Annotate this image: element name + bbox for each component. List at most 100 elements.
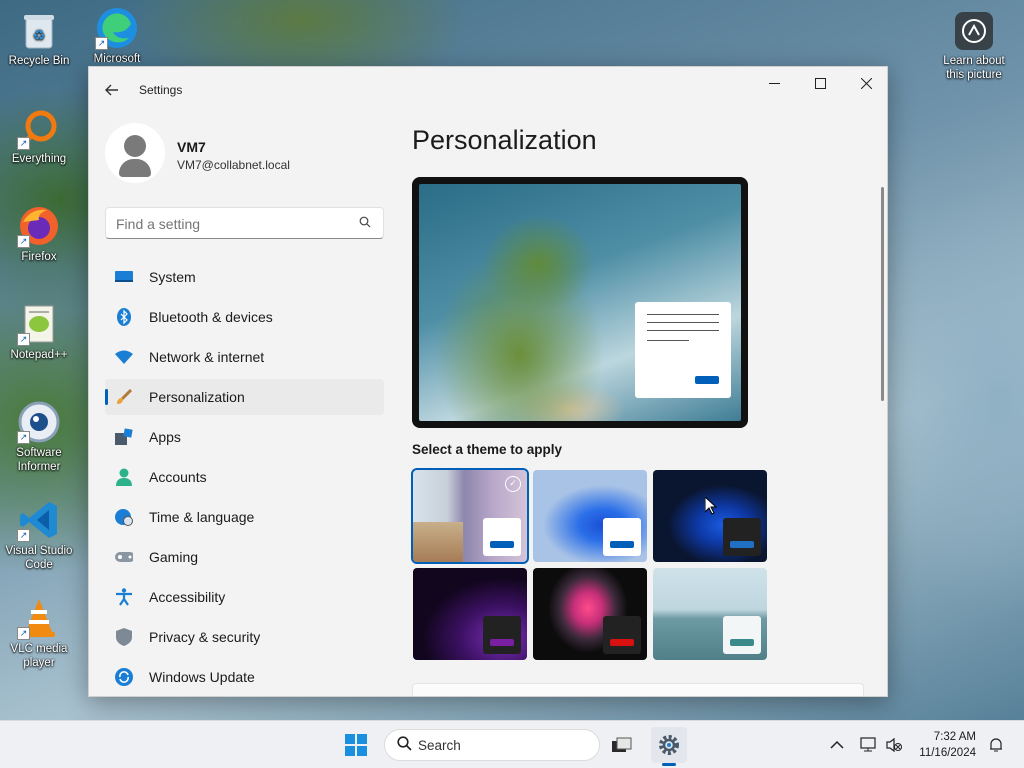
title-bar[interactable]: Settings xyxy=(89,67,887,113)
desktop-icon-label: Everything xyxy=(11,153,67,165)
maximize-button[interactable] xyxy=(797,67,843,99)
notepad-plus-plus-icon: ↗ xyxy=(17,302,61,346)
desktop-icon-everything[interactable]: ↗ Everything xyxy=(1,106,77,166)
system-icon xyxy=(115,268,133,286)
desktop-icon-vlc[interactable]: ↗ VLC media player xyxy=(1,596,77,670)
sidebar-item-windows-update[interactable]: Windows Update xyxy=(105,659,384,695)
taskbar-search-label: Search xyxy=(418,738,461,753)
back-button[interactable] xyxy=(101,79,123,101)
theme-card[interactable] xyxy=(653,568,767,660)
user-name: VM7 xyxy=(177,139,206,155)
sidebar-item-personalization[interactable]: Personalization xyxy=(105,379,384,415)
task-view-button[interactable] xyxy=(604,727,640,763)
sidebar-item-time-language[interactable]: Time & language xyxy=(105,499,384,535)
sidebar-item-network[interactable]: Network & internet xyxy=(105,339,384,375)
chevron-up-icon xyxy=(830,740,844,749)
settings-taskbar-button[interactable] xyxy=(651,727,687,763)
software-informer-icon: ↗ xyxy=(17,400,61,444)
shortcut-arrow-icon: ↗ xyxy=(17,431,30,444)
tray-overflow-button[interactable] xyxy=(830,721,844,768)
update-icon xyxy=(115,668,133,686)
volume-muted-icon xyxy=(886,737,902,753)
sidebar-item-label: Apps xyxy=(149,429,181,445)
sidebar-item-apps[interactable]: Apps xyxy=(105,419,384,455)
learn-about-label: Learn about this picture xyxy=(943,55,1005,81)
theme-card[interactable] xyxy=(533,568,647,660)
network-status[interactable] xyxy=(860,721,878,768)
clock[interactable]: 7:32 AM 11/16/2024 xyxy=(910,729,976,761)
theme-preview xyxy=(412,177,748,428)
globe-clock-icon xyxy=(115,508,133,526)
minimize-icon xyxy=(768,82,780,84)
start-button[interactable] xyxy=(338,727,374,763)
taskbar-search[interactable]: Search xyxy=(384,729,600,761)
desktop-icon-firefox[interactable]: ↗ Firefox xyxy=(1,204,77,264)
task-view-icon xyxy=(612,737,632,752)
arrow-left-icon xyxy=(105,84,118,96)
search-icon[interactable] xyxy=(359,216,371,231)
sidebar-item-system[interactable]: System xyxy=(105,259,384,295)
search-input[interactable] xyxy=(116,214,346,234)
minimize-button[interactable] xyxy=(751,67,797,99)
volume-status[interactable] xyxy=(886,721,902,768)
gamepad-icon xyxy=(115,548,133,566)
desktop-icon-recycle-bin[interactable]: ♻ Recycle Bin xyxy=(1,8,77,68)
desktop-icon-label: Recycle Bin xyxy=(8,55,70,67)
desktop-icon-label: Firefox xyxy=(21,251,57,263)
shortcut-arrow-icon: ↗ xyxy=(17,627,30,640)
sidebar-item-label: Network & internet xyxy=(149,349,265,365)
accessibility-icon xyxy=(115,588,133,606)
active-indicator xyxy=(662,763,676,766)
sidebar-item-accessibility[interactable]: Accessibility xyxy=(105,579,384,615)
bluetooth-icon xyxy=(115,308,133,326)
sidebar-item-accounts[interactable]: Accounts xyxy=(105,459,384,495)
sidebar-item-bluetooth[interactable]: Bluetooth & devices xyxy=(105,299,384,335)
settings-card[interactable] xyxy=(412,683,864,696)
desktop-icon-notepadpp[interactable]: ↗ Notepad++ xyxy=(1,302,77,362)
settings-search[interactable] xyxy=(105,207,384,239)
search-icon xyxy=(397,736,412,755)
sidebar-item-privacy[interactable]: Privacy & security xyxy=(105,619,384,655)
learn-about-picture[interactable]: Learn about this picture xyxy=(936,12,1012,82)
clock-time: 7:32 AM xyxy=(933,731,976,743)
maximize-icon xyxy=(814,77,826,89)
sidebar-item-label: Privacy & security xyxy=(149,629,261,645)
desktop-icon-label: Notepad++ xyxy=(10,349,68,361)
user-profile[interactable]: VM7 VM7@collabnet.local xyxy=(105,123,405,183)
notifications-button[interactable] xyxy=(988,721,1004,768)
windows-logo-icon xyxy=(345,734,367,756)
vlc-icon: ↗ xyxy=(17,596,61,640)
user-email: VM7@collabnet.local xyxy=(177,158,290,172)
settings-window: Settings VM7 VM7@collabnet.local System xyxy=(88,66,888,697)
sidebar-item-label: Windows Update xyxy=(149,669,255,685)
scrollbar[interactable] xyxy=(881,187,884,401)
avatar xyxy=(105,123,165,183)
theme-card[interactable] xyxy=(413,568,527,660)
taskbar: Search 7:32 AM 11/16/2024 xyxy=(0,720,1024,768)
theme-card[interactable] xyxy=(533,470,647,562)
sidebar-item-label: Personalization xyxy=(149,389,245,405)
sidebar-item-gaming[interactable]: Gaming xyxy=(105,539,384,575)
theme-section-label: Select a theme to apply xyxy=(412,442,563,457)
preview-window xyxy=(635,302,731,398)
close-icon xyxy=(860,77,872,89)
sidebar-nav: System Bluetooth & devices Network & int… xyxy=(105,259,384,696)
desktop-icon-edge[interactable]: ↗ Microsoft Edge xyxy=(79,6,155,62)
desktop-icon-software-informer[interactable]: ↗ Software Informer xyxy=(1,400,77,474)
desktop-icon-label: Visual Studio Code xyxy=(5,545,73,571)
shield-icon xyxy=(115,628,133,646)
camera-info-icon xyxy=(955,12,993,50)
preview-wallpaper xyxy=(419,184,741,421)
network-icon xyxy=(860,737,876,752)
close-button[interactable] xyxy=(843,67,887,99)
sidebar-item-label: Gaming xyxy=(149,549,199,565)
accounts-icon xyxy=(115,468,133,486)
window-title: Settings xyxy=(139,83,183,97)
desktop-icon-vscode[interactable]: ↗ Visual Studio Code xyxy=(1,498,77,572)
check-icon: ✓ xyxy=(505,476,521,492)
theme-card[interactable]: ✓ xyxy=(411,468,529,564)
clock-date: 11/16/2024 xyxy=(919,747,976,759)
recycle-bin-icon: ♻ xyxy=(17,8,61,52)
sidebar-item-label: Bluetooth & devices xyxy=(149,309,273,325)
sidebar-item-label: Time & language xyxy=(149,509,255,525)
